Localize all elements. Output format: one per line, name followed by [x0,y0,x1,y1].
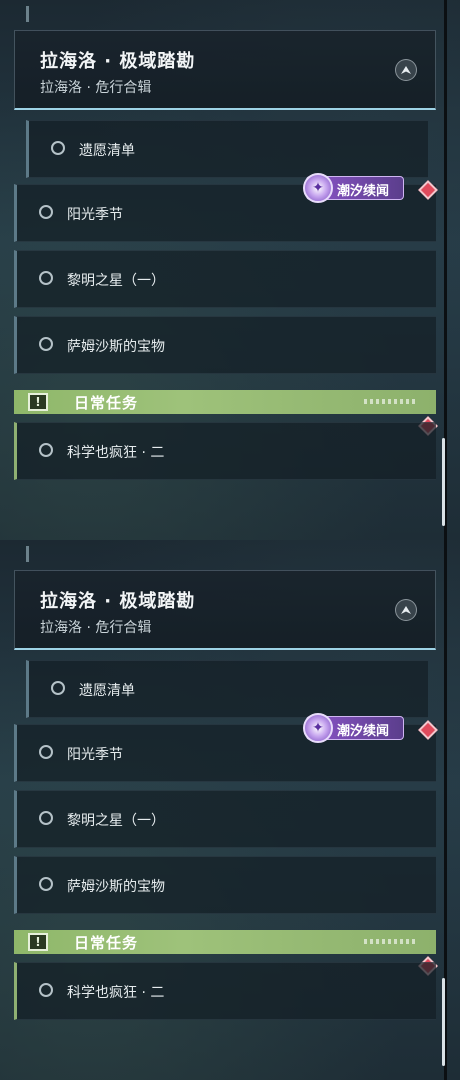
decorative-pattern [364,939,418,944]
quest-status-circle-icon [39,443,53,457]
collapse-button[interactable] [395,599,417,621]
tide-event-icon: ✦ [303,713,333,743]
quest-status-circle-icon [39,745,53,759]
quest-row[interactable]: 遗愿清单 [26,660,428,718]
quest-status-circle-icon [39,877,53,891]
quest-label: 遗愿清单 [79,143,135,159]
daily-quest-header[interactable]: ! 日常任务 [14,930,436,954]
quest-header-title: 拉海洛 · 极域踏勘 [40,591,196,612]
event-badge[interactable]: ✦ 潮汐续闻 [303,713,404,743]
quest-header-subtitle: 拉海洛 · 危行合辑 [40,620,152,636]
quest-status-circle-icon [51,681,65,695]
quest-row[interactable]: 黎明之星（一） [14,250,436,308]
quest-header-card[interactable]: 拉海洛 · 极域踏勘 拉海洛 · 危行合辑 [14,570,436,650]
collapse-button[interactable] [395,59,417,81]
scrollbar[interactable] [442,978,445,1066]
quest-label: 萨姆沙斯的宝物 [67,339,165,355]
quest-row[interactable]: 萨姆沙斯的宝物 [14,316,436,374]
quest-status-circle-icon [39,271,53,285]
quest-label: 阳光季节 [67,207,123,223]
quest-status-circle-icon [39,811,53,825]
quest-label: 萨姆沙斯的宝物 [67,879,165,895]
quest-status-circle-icon [39,205,53,219]
daily-quest-header[interactable]: ! 日常任务 [14,390,436,414]
quest-panel-top: 拉海洛 · 极域踏勘 拉海洛 · 危行合辑 遗愿清单 阳光季节 黎明之星（一） … [0,0,460,540]
quest-label: 阳光季节 [67,747,123,763]
chevron-up-icon [401,66,411,74]
chevron-up-icon [401,606,411,614]
quest-status-circle-icon [39,337,53,351]
daily-quest-row[interactable]: 科学也疯狂 · 二 [14,962,436,1020]
daily-quest-row[interactable]: 科学也疯狂 · 二 [14,422,436,480]
quest-label: 科学也疯狂 · 二 [67,445,165,461]
event-badge-label: 潮汐续闻 [337,724,390,739]
tide-event-icon: ✦ [303,173,333,203]
quest-header-subtitle: 拉海洛 · 危行合辑 [40,80,152,96]
quest-label: 黎明之星（一） [67,813,165,829]
tracker-line [26,546,29,562]
event-badge[interactable]: ✦ 潮汐续闻 [303,173,404,203]
alert-icon: ! [28,393,48,411]
quest-row[interactable]: 遗愿清单 [26,120,428,178]
quest-status-circle-icon [51,141,65,155]
alert-icon: ! [28,933,48,951]
quest-panel-bottom: 拉海洛 · 极域踏勘 拉海洛 · 危行合辑 遗愿清单 阳光季节 黎明之星（一） … [0,540,460,1080]
quest-header-card[interactable]: 拉海洛 · 极域踏勘 拉海洛 · 危行合辑 [14,30,436,110]
quest-label: 黎明之星（一） [67,273,165,289]
scrollbar[interactable] [442,438,445,526]
daily-quest-title: 日常任务 [74,394,139,412]
quest-status-circle-icon [39,983,53,997]
tracker-line [26,6,29,22]
decorative-pattern [364,399,418,404]
quest-header-title: 拉海洛 · 极域踏勘 [40,51,196,72]
daily-quest-title: 日常任务 [74,934,139,952]
quest-label: 遗愿清单 [79,683,135,699]
quest-row[interactable]: 萨姆沙斯的宝物 [14,856,436,914]
quest-label: 科学也疯狂 · 二 [67,985,165,1001]
event-badge-label: 潮汐续闻 [337,184,390,199]
quest-row[interactable]: 黎明之星（一） [14,790,436,848]
